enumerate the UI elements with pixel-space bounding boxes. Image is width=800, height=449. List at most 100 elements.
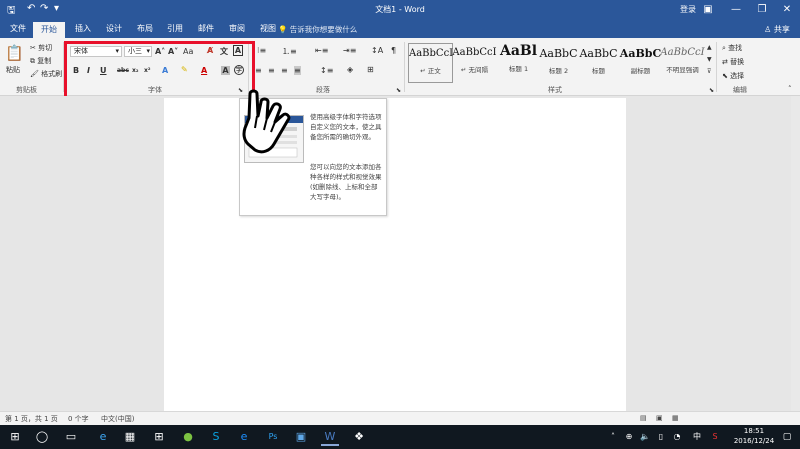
find-label: 查找 xyxy=(728,44,743,52)
shading-icon[interactable]: ◈ xyxy=(347,65,353,74)
style-subtitle[interactable]: AaBbC 副标题 xyxy=(618,43,663,83)
justify-icon[interactable]: ≡ xyxy=(294,66,301,75)
maximize-icon[interactable]: ❐ xyxy=(749,2,775,18)
paste-icon[interactable]: 📋 xyxy=(5,44,24,62)
sort-icon[interactable]: ↕A xyxy=(371,46,383,55)
read-mode-icon[interactable]: ▤ xyxy=(640,414,647,422)
app-tray-icon[interactable]: S xyxy=(706,428,724,446)
format-painter-label: 格式刷 xyxy=(41,70,63,78)
align-right-icon[interactable]: ≡ xyxy=(281,66,288,75)
tab-file[interactable]: 文件 xyxy=(10,23,26,34)
borders-icon[interactable]: ⊞ xyxy=(367,65,374,74)
format-painter-button[interactable]: 🖌 格式刷 xyxy=(30,69,62,79)
style-sample: AaBbC xyxy=(579,47,618,60)
edge-icon[interactable]: e xyxy=(94,428,112,446)
tab-view[interactable]: 视图 xyxy=(260,23,276,34)
app-360-icon[interactable]: ● xyxy=(179,428,197,446)
style-no-spacing[interactable]: AaBbCcI ↵ 无间隔 xyxy=(452,43,497,83)
style-sample: AaBbCcI xyxy=(452,47,497,58)
sogou-icon[interactable]: S xyxy=(207,428,225,446)
decrease-indent-icon[interactable]: ⇤≡ xyxy=(315,46,328,55)
hand-cursor-icon xyxy=(242,89,291,154)
replace-button[interactable]: ⇄ 替换 xyxy=(722,57,744,67)
numbering-icon[interactable]: ⒈≡ xyxy=(282,46,297,57)
copy-label: 复制 xyxy=(37,57,52,65)
select-button[interactable]: ⬉ 选择 xyxy=(722,71,744,81)
style-normal[interactable]: AaBbCcI ↵ 正文 xyxy=(408,43,453,83)
start-icon[interactable]: ⊞ xyxy=(6,428,24,446)
tab-design[interactable]: 设计 xyxy=(106,23,122,34)
style-subtle-emphasis[interactable]: AaBbCcI 不明显强调 xyxy=(660,43,705,83)
app-icon[interactable]: ❖ xyxy=(350,428,368,446)
wifi-icon[interactable]: ◔ xyxy=(668,428,686,446)
find-button[interactable]: ⌕ 查找 xyxy=(722,43,742,53)
tab-review[interactable]: 审阅 xyxy=(229,23,245,34)
tell-me-text: 告诉我你想要做什么 xyxy=(289,25,358,34)
align-center-icon[interactable]: ≡ xyxy=(268,66,275,75)
print-layout-icon[interactable]: ▣ xyxy=(656,414,663,422)
style-name: 不明显强调 xyxy=(666,66,699,74)
ie-icon[interactable]: e xyxy=(235,428,253,446)
tab-mailings[interactable]: 邮件 xyxy=(198,23,214,34)
tooltip-text-primary: 使用高级字体和字符选项自定义您的文本，使之具备您所需的确切外观。 xyxy=(310,113,382,141)
ime-indicator[interactable]: 中 xyxy=(688,428,706,446)
document-page[interactable] xyxy=(164,98,626,411)
store-icon[interactable]: ▦ xyxy=(121,428,139,446)
share-button[interactable]: ♙ 共享 xyxy=(758,23,796,36)
paste-button[interactable]: 粘贴 xyxy=(6,65,20,75)
show-marks-icon[interactable]: ¶ xyxy=(391,46,396,55)
style-name: 标题 xyxy=(592,67,605,75)
tab-home[interactable]: 开始 xyxy=(33,22,65,38)
select-label: 选择 xyxy=(730,72,745,80)
paintbrush-icon: 🖌 xyxy=(30,70,42,78)
collapse-ribbon-icon[interactable]: ˄ xyxy=(788,85,792,93)
tab-layout[interactable]: 布局 xyxy=(137,23,153,34)
styles-dialog-launcher-icon[interactable]: ⬊ xyxy=(709,87,714,94)
windows-store-icon[interactable]: ⊞ xyxy=(150,428,168,446)
cursor-icon: ⬉ xyxy=(722,72,731,80)
style-title[interactable]: AaBbC 标题 xyxy=(576,43,621,83)
windows-taskbar: ⊞ ◯ ▭ e ▦ ⊞ ● S e Ps ▣ W ❖ ˄ ⊕ 🔈 ▯ ◔ 中 S… xyxy=(0,425,800,449)
scissors-icon: ✂ xyxy=(30,44,39,52)
clock-date[interactable]: 2016/12/24 xyxy=(730,437,778,445)
clock-time[interactable]: 18:51 xyxy=(737,427,771,435)
style-sample: AaBbC xyxy=(539,47,578,60)
copy-button[interactable]: ⧉ 复制 xyxy=(30,56,51,66)
tab-insert[interactable]: 插入 xyxy=(75,23,91,34)
align-left-icon[interactable]: ≡ xyxy=(255,66,262,75)
bullets-icon[interactable]: ⁝≡ xyxy=(257,46,266,55)
share-label: 共享 xyxy=(773,25,790,34)
style-name: 副标题 xyxy=(630,67,651,75)
styles-scroll-down-icon[interactable]: ▼ xyxy=(707,56,712,63)
tab-references[interactable]: 引用 xyxy=(167,23,183,34)
styles-more-icon[interactable]: ⊽ xyxy=(707,68,711,75)
styles-scroll-up-icon[interactable]: ▲ xyxy=(707,44,712,51)
increase-indent-icon[interactable]: ⇥≡ xyxy=(343,46,356,55)
lightbulb-icon: 💡 xyxy=(278,25,290,34)
task-view-icon[interactable]: ▭ xyxy=(62,428,80,446)
status-bar: 第 1 页，共 1 页 0 个字 中文(中国) ▤ ▣ ▦ xyxy=(0,411,800,425)
close-icon[interactable]: ✕ xyxy=(774,2,800,18)
login-link[interactable]: 登录 xyxy=(680,4,696,15)
language-indicator[interactable]: 中文(中国) xyxy=(101,414,134,424)
search-icon[interactable]: ◯ xyxy=(33,428,51,446)
style-heading-1[interactable]: AaBl 标题 1 xyxy=(496,43,541,83)
page-count[interactable]: 第 1 页，共 1 页 xyxy=(5,414,58,424)
line-spacing-icon[interactable]: ↕≡ xyxy=(320,66,333,75)
notifications-icon[interactable]: ▢ xyxy=(778,428,796,446)
minimize-icon[interactable]: — xyxy=(723,2,749,18)
cut-button[interactable]: ✂ 剪切 xyxy=(30,43,52,53)
title-bar: 🖫 ↶ ↷ ▾ 文档1 - Word 登录 ▣ — ❐ ✕ xyxy=(0,0,800,20)
web-layout-icon[interactable]: ▦ xyxy=(672,414,679,422)
vertical-scrollbar[interactable] xyxy=(791,96,800,411)
tell-me-box[interactable]: 💡 告诉我你想要做什么 xyxy=(278,24,357,35)
ribbon-display-icon[interactable]: ▣ xyxy=(695,2,721,18)
style-heading-2[interactable]: AaBbC 标题 2 xyxy=(536,43,581,83)
photos-icon[interactable]: ▣ xyxy=(292,428,310,446)
word-count[interactable]: 0 个字 xyxy=(68,414,89,424)
paragraph-dialog-launcher-icon[interactable]: ⬊ xyxy=(396,87,401,94)
photoshop-icon[interactable]: Ps xyxy=(264,428,282,446)
style-sample: AaBl xyxy=(499,43,538,59)
tooltip-text-secondary: 您可以向您的文本添加各种各样的样式和视觉效果(如删除线、上标和全部大写字母)。 xyxy=(310,163,382,201)
word-taskbar-icon[interactable]: W xyxy=(321,428,339,446)
